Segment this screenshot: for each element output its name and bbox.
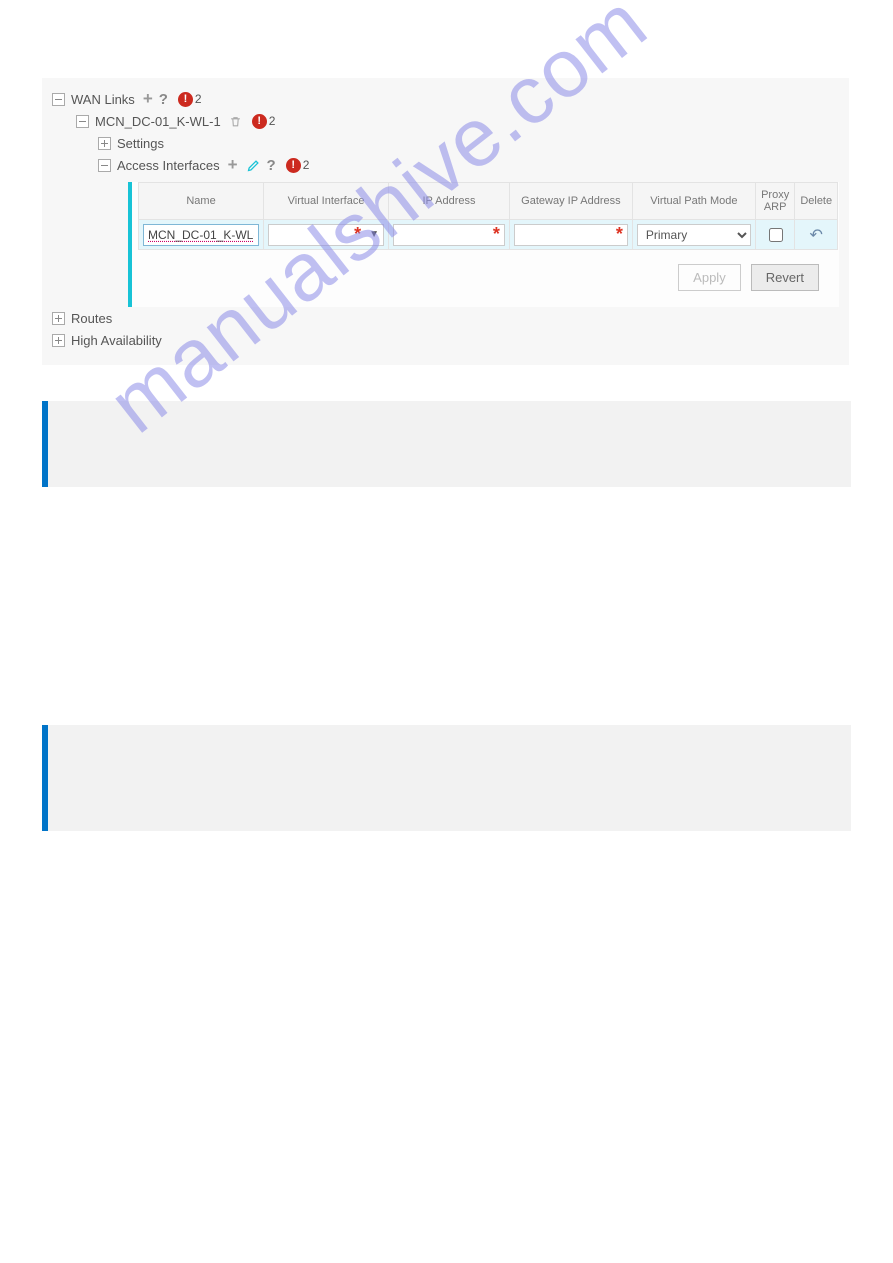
col-header-virtual-path-mode: Virtual Path Mode [632,183,755,220]
required-icon: * [493,224,504,245]
virtual-path-mode-select[interactable]: Primary [637,224,751,246]
access-interfaces-label: Access Interfaces [117,158,220,173]
expand-icon[interactable] [98,137,111,150]
help-icon[interactable]: ? [267,157,276,174]
note-block-1 [42,401,851,487]
high-availability-label: High Availability [71,333,162,348]
wan-links-label: WAN Links [71,92,135,107]
error-badge[interactable]: ! 2 [178,92,202,107]
tree-node-settings[interactable]: Settings [52,132,839,154]
trash-icon[interactable] [229,114,242,129]
alert-icon: ! [252,114,267,129]
config-panel: WAN Links + ? ! 2 MCN_DC-01_K-WL-1 ! 2 S… [42,78,849,365]
tree-node-routes[interactable]: Routes [52,307,839,329]
note-body [48,725,851,831]
settings-label: Settings [117,136,164,151]
col-header-gateway-ip: Gateway IP Address [509,183,632,220]
note-body [48,401,851,487]
expand-icon[interactable] [52,334,65,347]
collapse-icon[interactable] [52,93,65,106]
undo-icon[interactable]: ↶ [810,227,823,244]
ip-address-input[interactable]: * [393,224,505,246]
tree-node-high-availability[interactable]: High Availability [52,329,839,351]
tree-node-wan-links[interactable]: WAN Links + ? ! 2 [52,88,839,110]
col-header-delete: Delete [795,183,838,220]
expand-icon[interactable] [52,312,65,325]
revert-button[interactable]: Revert [751,264,819,291]
note-block-2 [42,725,851,831]
error-badge[interactable]: ! 2 [252,114,276,129]
error-badge[interactable]: ! 2 [286,158,310,173]
apply-button[interactable]: Apply [678,264,741,291]
chevron-down-icon: ▼ [365,229,383,240]
wan-link-item-label: MCN_DC-01_K-WL-1 [95,114,221,129]
tree-node-wan-link-item[interactable]: MCN_DC-01_K-WL-1 ! 2 [52,110,839,132]
help-icon[interactable]: ? [159,91,168,108]
proxy-arp-checkbox[interactable] [769,228,783,242]
tree-node-access-interfaces[interactable]: Access Interfaces + ? ! 2 [52,154,839,176]
gateway-ip-input[interactable]: * [514,224,628,246]
alert-icon: ! [178,92,193,107]
routes-label: Routes [71,311,112,326]
col-header-ip-address: IP Address [389,183,510,220]
collapse-icon[interactable] [98,159,111,172]
required-icon: * [354,224,365,245]
name-input[interactable] [143,224,259,246]
add-icon[interactable]: + [143,89,153,109]
collapse-icon[interactable] [76,115,89,128]
required-icon: * [616,224,627,245]
virtual-interface-select[interactable]: * ▼ [268,224,384,246]
error-count: 2 [195,92,202,106]
col-header-proxy-arp: Proxy ARP [755,183,795,220]
access-interfaces-table: Name Virtual Interface IP Address Gatewa… [138,182,838,250]
access-interfaces-editor: Name Virtual Interface IP Address Gatewa… [128,182,839,307]
col-header-name: Name [139,183,264,220]
alert-icon: ! [286,158,301,173]
button-row: Apply Revert [138,250,839,307]
add-icon[interactable]: + [228,155,238,175]
error-count: 2 [303,158,310,172]
edit-icon[interactable] [246,158,261,173]
col-header-virtual-interface: Virtual Interface [264,183,389,220]
table-row: * ▼ * * [139,220,838,250]
error-count: 2 [269,114,276,128]
